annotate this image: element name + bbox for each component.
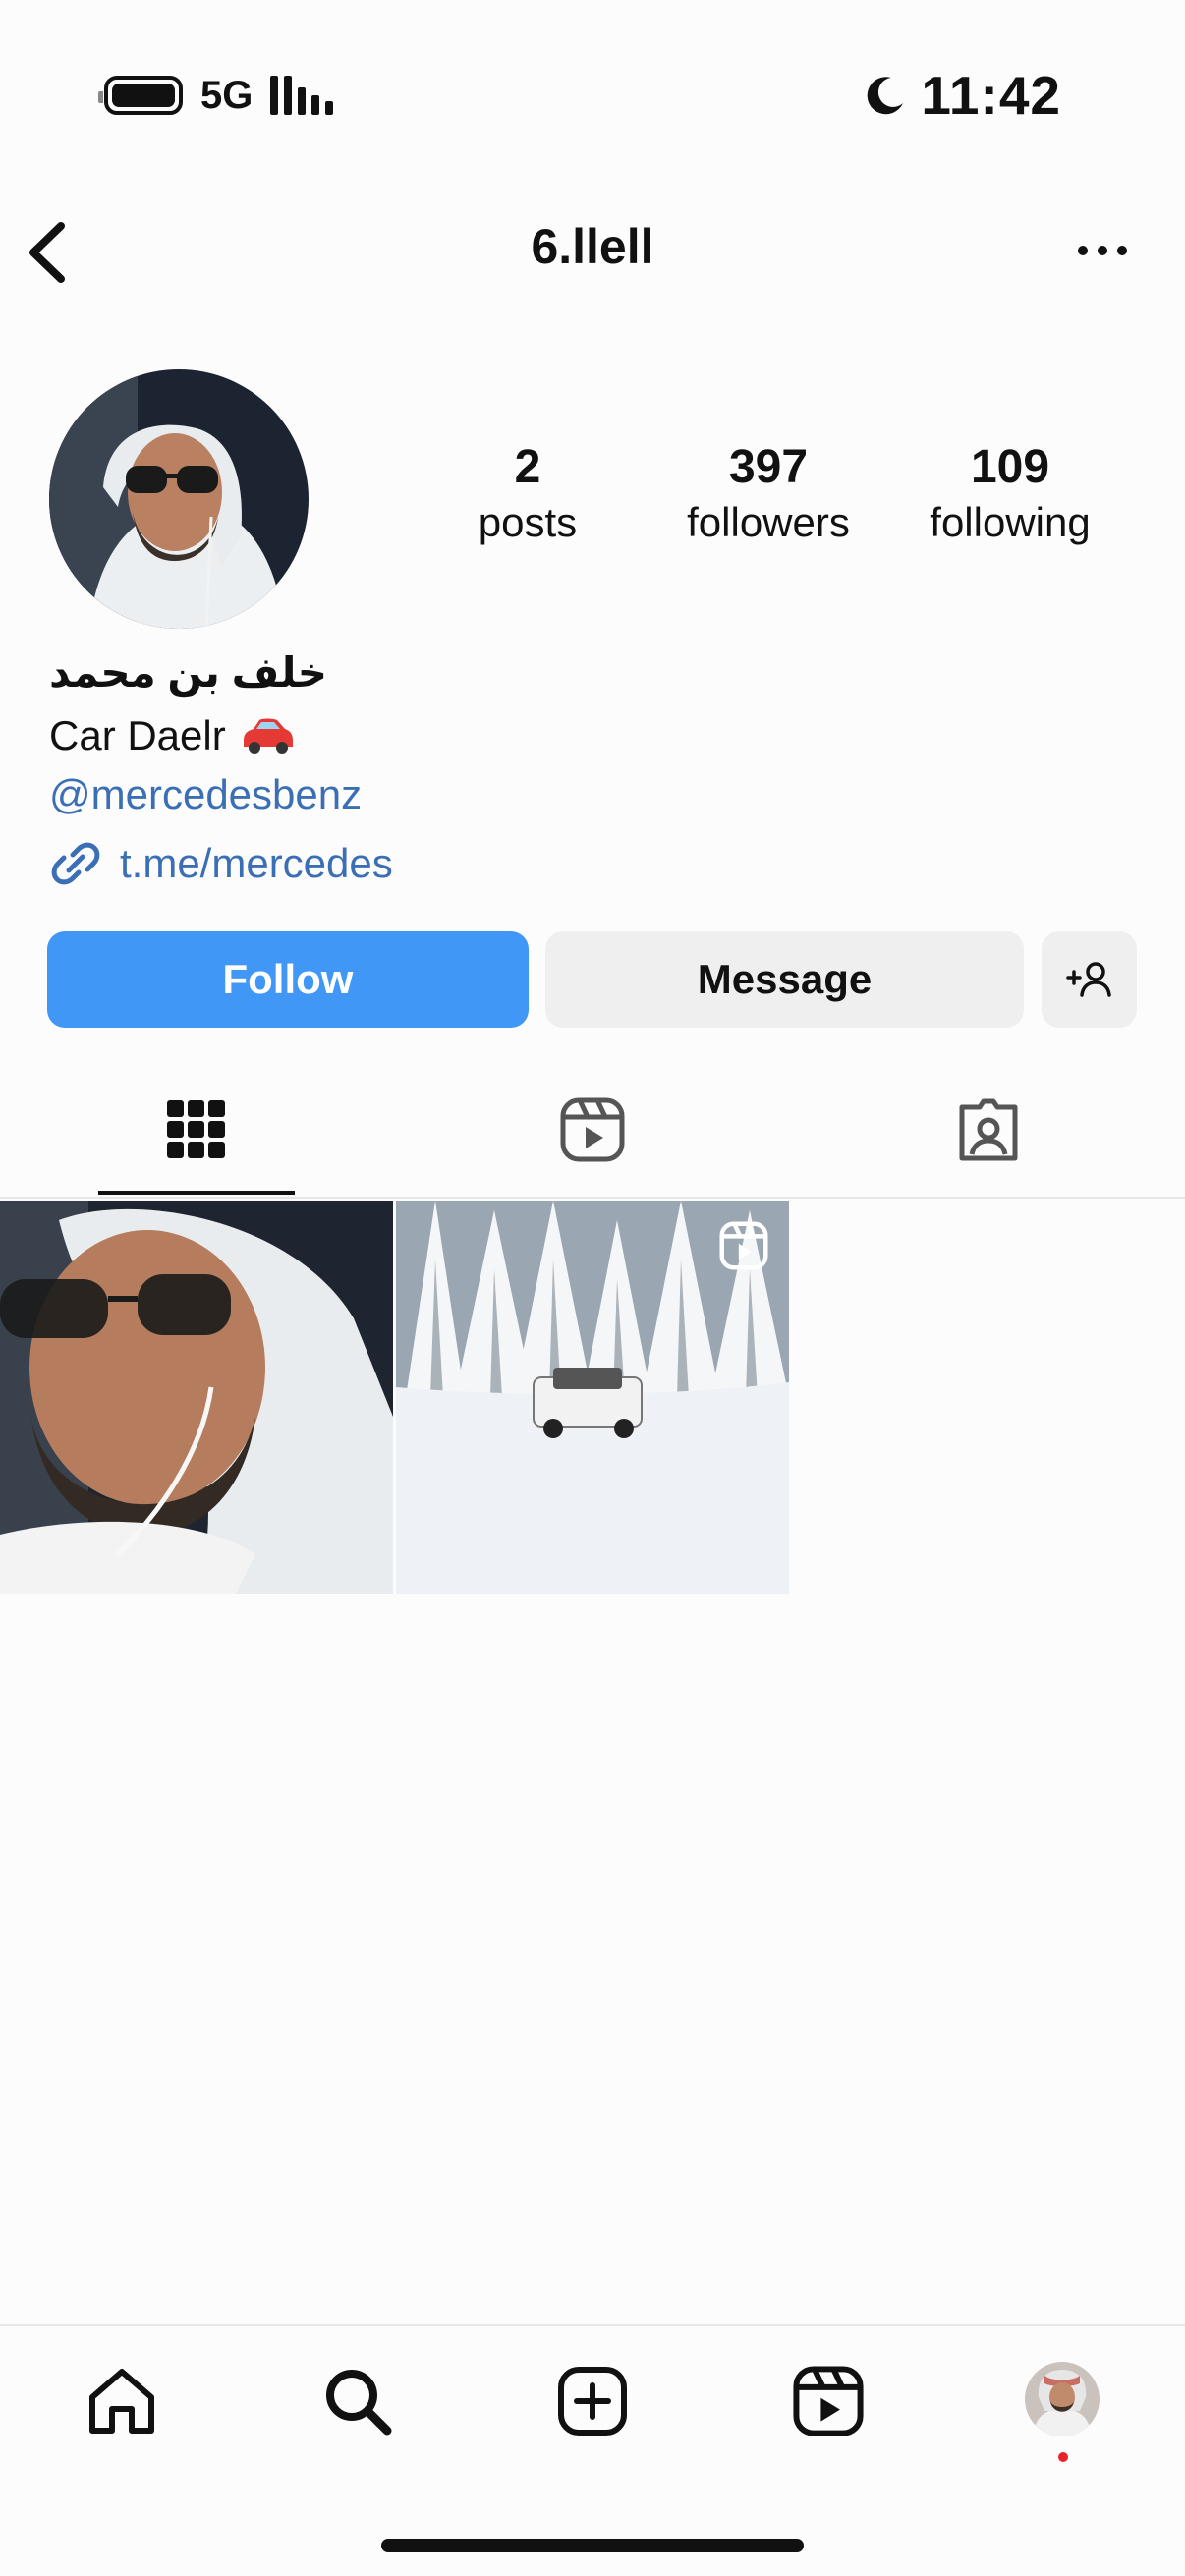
link-text: t.me/mercedes (120, 840, 393, 886)
avatar (1025, 2362, 1100, 2436)
reels-icon (793, 2366, 864, 2436)
post-thumbnail[interactable] (0, 1201, 393, 1594)
reels-icon (560, 1097, 625, 1162)
message-button[interactable]: Message (545, 931, 1024, 1028)
tagged-icon (959, 1098, 1018, 1161)
tab-grid[interactable] (142, 1091, 251, 1169)
more-icon (1078, 246, 1127, 255)
profile-full-name: خلف بن محمد (49, 649, 328, 696)
nav-profile-avatar[interactable] (1025, 2362, 1100, 2436)
tab-reels[interactable] (538, 1091, 647, 1169)
stat-value: 109 (970, 441, 1050, 493)
nav-home[interactable] (83, 2362, 161, 2440)
clock: 11:42 (921, 65, 1061, 126)
status-bar-right: 11:42 (864, 61, 1061, 130)
car-emoji-icon (243, 718, 293, 754)
stat-label: following (930, 499, 1091, 545)
stat-following[interactable]: 109 following (912, 440, 1108, 550)
more-options-button[interactable] (1073, 236, 1132, 265)
add-person-icon (1065, 962, 1111, 997)
reel-badge-icon (719, 1221, 768, 1270)
home-indicator (381, 2539, 804, 2552)
stat-label: posts (478, 499, 578, 545)
signal-icon (270, 76, 334, 115)
active-tab-indicator (98, 1191, 295, 1195)
battery-icon (98, 76, 183, 115)
follow-button[interactable]: Follow (47, 931, 529, 1028)
nav-reels[interactable] (789, 2362, 868, 2440)
search-icon (326, 2370, 392, 2436)
bottom-nav-divider (0, 2324, 1185, 2326)
notification-dot (1058, 2452, 1068, 2462)
profile-username: 6.llell (531, 219, 654, 274)
home-icon (89, 2369, 154, 2434)
nav-create[interactable] (553, 2362, 632, 2440)
tabs-divider (0, 1197, 1185, 1199)
stat-value: 2 (514, 441, 541, 493)
profile-external-link[interactable]: t.me/mercedes (49, 837, 393, 890)
plus-square-icon (558, 2367, 627, 2436)
stat-followers[interactable]: 397 followers (670, 440, 867, 550)
profile-bio: Car Daelr (49, 712, 297, 759)
suggested-users-button[interactable] (1042, 931, 1137, 1028)
post-photo (0, 1201, 393, 1594)
moon-icon (868, 77, 904, 115)
profile-mention-link[interactable]: @mercedesbenz (49, 771, 362, 818)
stat-label: followers (687, 499, 850, 545)
stat-value: 397 (728, 441, 809, 493)
grid-icon (167, 1100, 225, 1158)
network-type: 5G (200, 73, 254, 117)
bio-text: Car Daelr (49, 712, 226, 758)
post-thumbnail[interactable] (396, 1201, 789, 1594)
profile-avatar[interactable] (49, 369, 309, 629)
link-icon (51, 842, 100, 885)
avatar-photo (49, 369, 309, 629)
stat-posts[interactable]: 2 posts (429, 440, 626, 550)
status-bar-left: 5G (98, 71, 334, 120)
nav-search[interactable] (318, 2362, 397, 2440)
tab-tagged[interactable] (934, 1091, 1043, 1169)
